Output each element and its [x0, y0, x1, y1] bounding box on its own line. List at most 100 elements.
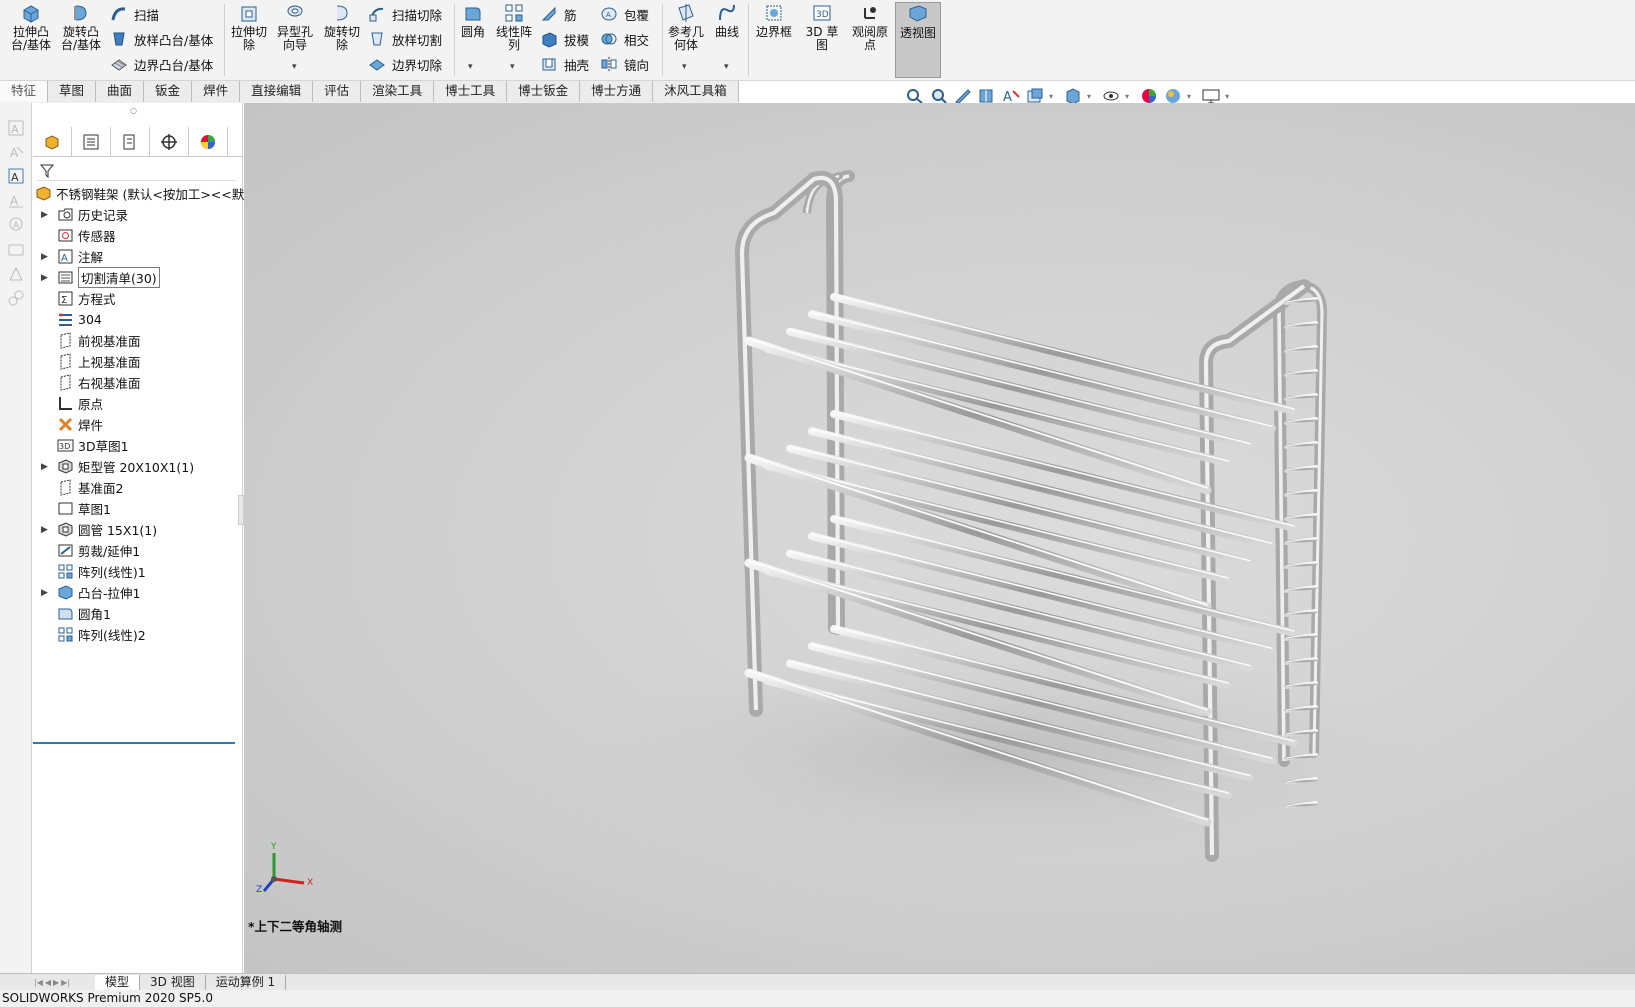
tree-item[interactable]: 剪裁/延伸1: [33, 540, 238, 561]
tab-configuration-manager[interactable]: [111, 127, 150, 156]
tab-property-manager[interactable]: [72, 127, 111, 156]
tree-item[interactable]: 阵列(线性)1: [33, 561, 238, 582]
mirror-button[interactable]: 镜向: [600, 53, 649, 75]
smart-dimension-icon[interactable]: A: [7, 191, 25, 209]
reference-geometry-button[interactable]: 参考几 何体: [666, 2, 706, 52]
rollback-bar[interactable]: [33, 742, 235, 744]
3d-sketch-button[interactable]: 3D 3D 草图: [800, 2, 844, 52]
bounding-box-button[interactable]: 边界框: [752, 2, 796, 39]
tab-display-manager[interactable]: [189, 127, 228, 156]
fillet-button[interactable]: 圆角: [458, 2, 488, 39]
tree-item[interactable]: ▶ 切割清单(30): [33, 267, 238, 288]
view-orientation-dropdown-icon[interactable]: ▾: [1049, 92, 1053, 101]
expand-arrow-icon[interactable]: ▶: [41, 462, 48, 472]
ribbon-tab[interactable]: 直接编辑: [240, 81, 314, 102]
draft-button[interactable]: 拔模: [540, 28, 589, 50]
shell-button[interactable]: 抽壳: [540, 53, 589, 75]
pane-grip-icon[interactable]: ○: [130, 106, 137, 115]
ribbon-tab[interactable]: 渲染工具: [361, 81, 435, 102]
tree-item[interactable]: ▶ 圆管 15X1(1): [33, 519, 238, 540]
tree-item[interactable]: 上视基准面: [33, 351, 238, 372]
text-tool-icon[interactable]: A: [7, 167, 25, 185]
tab-dimxpert-manager[interactable]: [150, 127, 189, 156]
link-icon[interactable]: [7, 289, 25, 307]
view-settings-dropdown-icon[interactable]: ▾: [1225, 92, 1229, 101]
ribbon-tab[interactable]: 特征: [0, 81, 49, 102]
tree-item[interactable]: 304: [33, 309, 238, 330]
pattern-dropdown-icon[interactable]: ▾: [510, 62, 515, 72]
graphics-area[interactable]: Y X Z: [244, 103, 1635, 973]
tree-item[interactable]: ▶ 历史记录: [33, 204, 238, 225]
revolve-cut-button[interactable]: 旋转切 除: [320, 2, 364, 52]
tree-item[interactable]: Σ 方程式: [33, 288, 238, 309]
ribbon-tab[interactable]: 沐风工具箱: [653, 81, 739, 102]
first-tab-icon[interactable]: |◀: [34, 978, 43, 987]
tree-item[interactable]: 右视基准面: [33, 372, 238, 393]
hole-wizard-button[interactable]: 异型孔 向导: [274, 2, 316, 52]
curves-button[interactable]: 曲线: [710, 2, 744, 39]
tree-item[interactable]: 前视基准面: [33, 330, 238, 351]
display-style-dropdown-icon[interactable]: ▾: [1087, 92, 1091, 101]
expand-arrow-icon[interactable]: ▶: [41, 588, 48, 598]
balloon-icon[interactable]: A: [7, 215, 25, 233]
hole-wizard-dropdown-icon[interactable]: ▾: [292, 62, 297, 72]
boundary-cut-button[interactable]: 边界切除: [368, 53, 442, 75]
tree-item[interactable]: ▶ A 注解: [33, 246, 238, 267]
ribbon-tab[interactable]: 钣金: [144, 81, 193, 102]
perspective-button[interactable]: 透视图: [895, 2, 941, 78]
bottom-tab[interactable]: 模型: [95, 974, 141, 990]
sweep-button[interactable]: 扫描: [110, 3, 159, 25]
apply-scene-dropdown-icon[interactable]: ▾: [1187, 92, 1191, 101]
tree-item[interactable]: 焊件: [33, 414, 238, 435]
tree-item[interactable]: 草图1: [33, 498, 238, 519]
ribbon-tab[interactable]: 博士工具: [434, 81, 508, 102]
ribbon-tab[interactable]: 博士钣金: [507, 81, 581, 102]
tree-item[interactable]: ▶ 凸台-拉伸1: [33, 582, 238, 603]
tree-item[interactable]: ▶ 矩型管 20X10X1(1): [33, 456, 238, 477]
sweep-cut-button[interactable]: 扫描切除: [368, 3, 442, 25]
triad-axes[interactable]: [254, 841, 324, 901]
linear-pattern-button[interactable]: 线性阵 列: [494, 2, 534, 52]
surface-finish-icon[interactable]: [7, 241, 25, 259]
loft-cut-button[interactable]: 放样切割: [368, 28, 442, 50]
last-tab-icon[interactable]: ▶|: [61, 978, 70, 987]
tree-item[interactable]: 圆角1: [33, 603, 238, 624]
annotation-tool-icon[interactable]: A: [7, 119, 25, 137]
instant-origin-button[interactable]: 观阅原 点: [848, 2, 892, 52]
ribbon-tab[interactable]: 焊件: [192, 81, 241, 102]
ribbon-tab[interactable]: 博士方通: [580, 81, 654, 102]
tree-item[interactable]: 传感器: [33, 225, 238, 246]
tree-item[interactable]: 原点: [33, 393, 238, 414]
extrude-boss-button[interactable]: 拉伸凸 台/基体: [8, 2, 54, 52]
tree-item[interactable]: 基准面2: [33, 477, 238, 498]
prev-tab-icon[interactable]: ◀: [45, 978, 51, 987]
bottom-tab[interactable]: 运动算例 1: [206, 974, 287, 990]
note-tool-icon[interactable]: A: [7, 143, 25, 161]
reference-geometry-dropdown-icon[interactable]: ▾: [682, 62, 687, 72]
tab-scroll-buttons[interactable]: |◀ ◀ ▶ ▶|: [0, 975, 95, 990]
expand-arrow-icon[interactable]: ▶: [41, 273, 48, 283]
expand-arrow-icon[interactable]: ▶: [41, 210, 48, 220]
revolve-boss-button[interactable]: 旋转凸 台/基体: [58, 2, 104, 52]
boundary-boss-button[interactable]: 边界凸台/基体: [110, 53, 213, 75]
expand-arrow-icon[interactable]: ▶: [41, 525, 48, 535]
loft-boss-button[interactable]: 放样凸台/基体: [110, 28, 213, 50]
extrude-cut-button[interactable]: 拉伸切 除: [228, 2, 270, 52]
tab-feature-manager[interactable]: [33, 127, 72, 156]
expand-arrow-icon[interactable]: ▶: [41, 252, 48, 262]
bottom-tab[interactable]: 3D 视图: [140, 974, 206, 990]
ribbon-tab[interactable]: 草图: [48, 81, 97, 102]
wrap-button[interactable]: A 包覆: [600, 3, 649, 25]
hide-show-dropdown-icon[interactable]: ▾: [1125, 92, 1129, 101]
datum-icon[interactable]: [7, 265, 25, 283]
tree-item[interactable]: 阵列(线性)2: [33, 624, 238, 645]
tree-item[interactable]: 3D 3D草图1: [33, 435, 238, 456]
tree-filter[interactable]: [37, 161, 237, 181]
ribbon-tab[interactable]: 评估: [313, 81, 362, 102]
rib-button[interactable]: 筋: [540, 3, 577, 25]
curves-dropdown-icon[interactable]: ▾: [724, 62, 729, 72]
fillet-dropdown-icon[interactable]: ▾: [468, 62, 473, 72]
ribbon-tab[interactable]: 曲面: [96, 81, 145, 102]
intersect-button[interactable]: 相交: [600, 28, 649, 50]
next-tab-icon[interactable]: ▶: [53, 978, 59, 987]
